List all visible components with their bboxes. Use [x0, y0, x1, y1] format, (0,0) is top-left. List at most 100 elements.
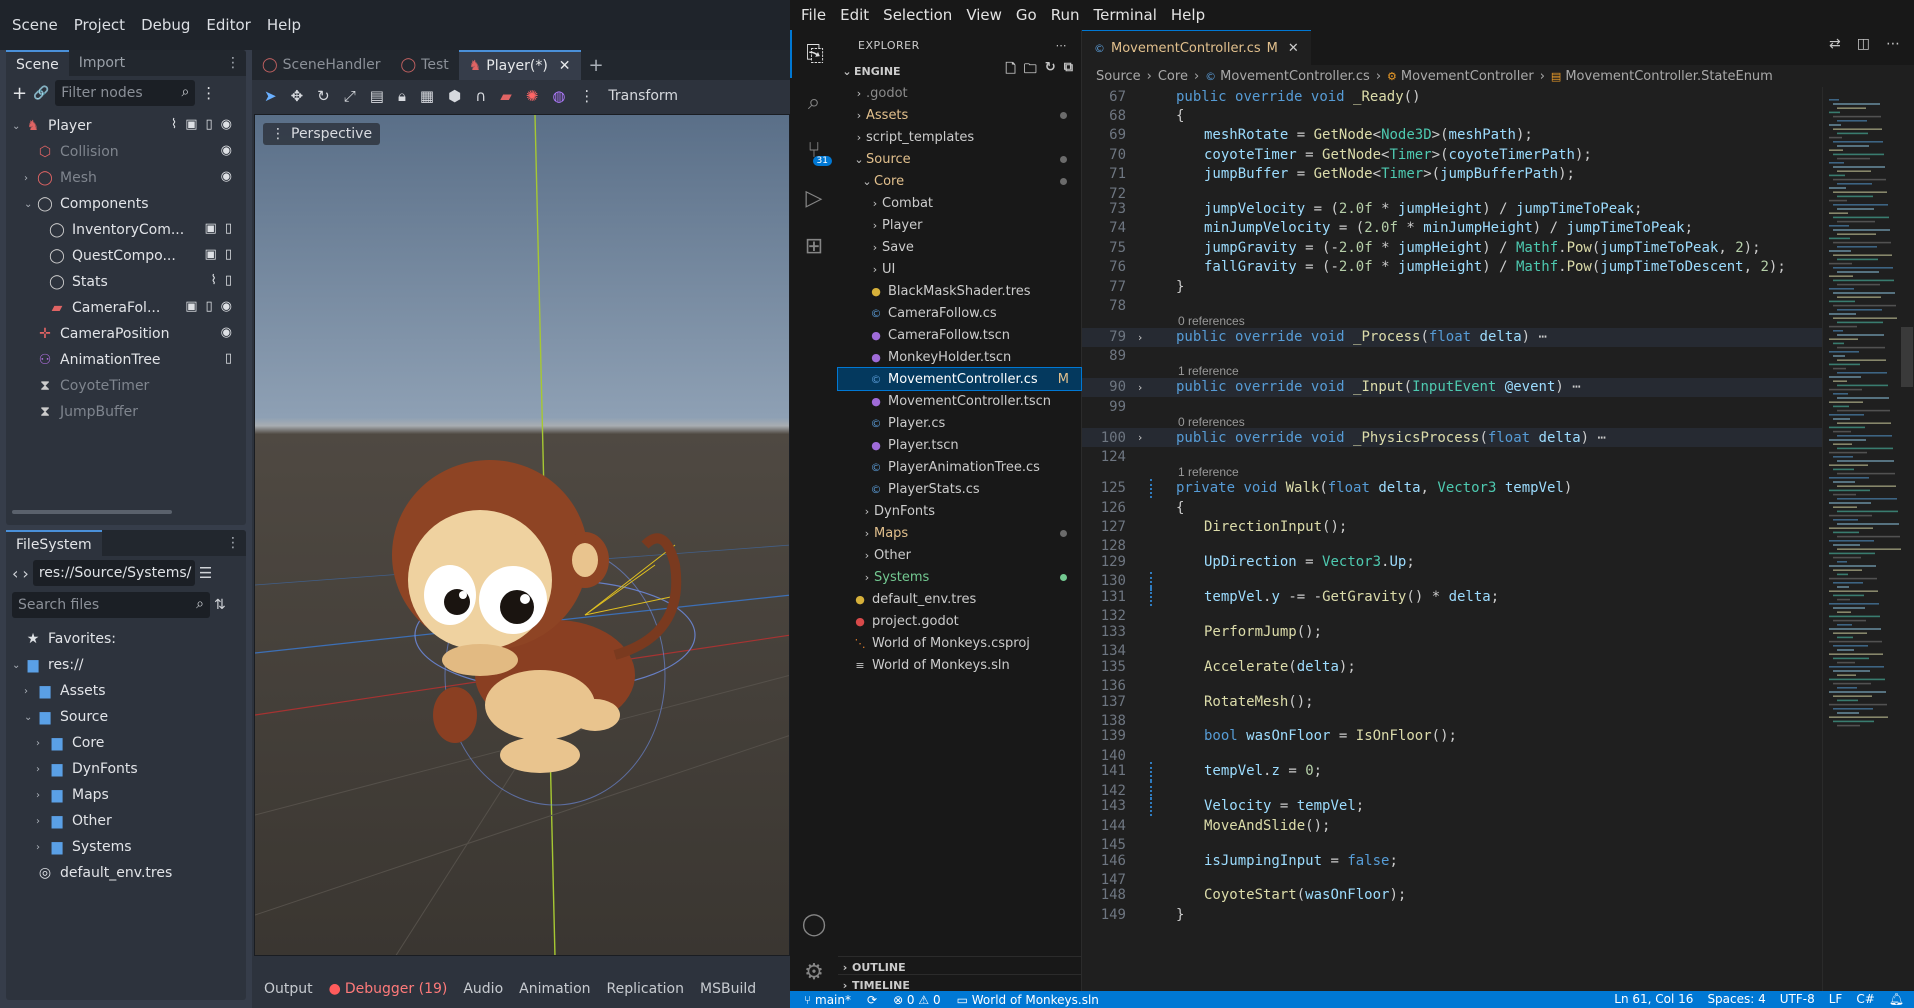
- menu-view[interactable]: View: [959, 6, 1009, 24]
- filesystem-row[interactable]: › ▆ Maps: [6, 782, 246, 808]
- code-line[interactable]: 131 tempVel.y -= -GetGravity() * delta;: [1082, 587, 1822, 607]
- chevron-down-icon[interactable]: ⌄: [12, 660, 24, 671]
- scene-node-row[interactable]: › ◯ Mesh ◉: [6, 165, 246, 191]
- sun-icon[interactable]: ✺: [526, 87, 539, 105]
- scene-tab[interactable]: ♞ Player(*) ✕: [458, 50, 581, 80]
- scene-node-row[interactable]: ◯ InventoryCom... ▣ ▯: [6, 217, 246, 243]
- code-line[interactable]: 133 PerformJump();: [1082, 622, 1822, 641]
- scene-node-row[interactable]: ⌄ ◯ Components: [6, 191, 246, 217]
- eye-icon[interactable]: ◉: [221, 299, 232, 314]
- explorer-file[interactable]: ● CameraFollow.tscn: [838, 324, 1081, 346]
- scene-node-row[interactable]: ⧗ JumpBuffer: [6, 399, 246, 425]
- eye-icon[interactable]: ◉: [221, 325, 232, 340]
- select-tool-icon[interactable]: ➤: [264, 87, 277, 105]
- code-line[interactable]: 129 UpDirection = Vector3.Up;: [1082, 552, 1822, 571]
- list-select-icon[interactable]: ▤: [370, 87, 384, 105]
- eye-icon[interactable]: ◉: [221, 169, 232, 184]
- add-node-icon[interactable]: +: [12, 83, 27, 104]
- script-icon[interactable]: ▯: [225, 221, 232, 236]
- scene-node-row[interactable]: ◯ Stats ⌇ ▯: [6, 269, 246, 295]
- source-control-icon[interactable]: ⑂ 31: [790, 126, 838, 174]
- explorer-file[interactable]: ● MovementController.tscn: [838, 390, 1081, 412]
- code-line[interactable]: 70 coyoteTimer = GetNode<Timer>(coyoteTim…: [1082, 145, 1822, 164]
- encoding[interactable]: UTF-8: [1780, 992, 1815, 1006]
- filesystem-row[interactable]: › ▆ Other: [6, 808, 246, 834]
- code-line[interactable]: 144 MoveAndSlide();: [1082, 816, 1822, 835]
- scene-node-row[interactable]: ⚇ AnimationTree ▯: [6, 347, 246, 373]
- menu-selection[interactable]: Selection: [876, 6, 959, 24]
- editor-tab-movementcontroller[interactable]: © MovementController.cs M ✕: [1082, 30, 1311, 65]
- explorer-file[interactable]: © CameraFollow.cs: [838, 302, 1081, 324]
- code-line[interactable]: 135 Accelerate(delta);: [1082, 657, 1822, 676]
- code-line[interactable]: 148 CoyoteStart(wasOnFloor);: [1082, 886, 1822, 905]
- account-icon[interactable]: ◯: [790, 900, 838, 948]
- explorer-folder[interactable]: ⌄ Core: [838, 170, 1081, 192]
- link-icon[interactable]: 🔗: [33, 86, 49, 101]
- code-line[interactable]: 68 {: [1082, 106, 1822, 125]
- code-line[interactable]: 126 {: [1082, 498, 1822, 517]
- snap-icon[interactable]: ∩: [475, 87, 486, 105]
- code-line[interactable]: 99: [1082, 397, 1822, 416]
- codelens-references[interactable]: 0 references: [1178, 415, 1245, 429]
- signal-icon[interactable]: ⌇: [171, 117, 177, 132]
- lock-icon[interactable]: 🔒︎: [398, 87, 406, 105]
- project-indicator[interactable]: ▭ World of Monkeys.sln: [957, 993, 1099, 1007]
- menu-edit[interactable]: Edit: [833, 6, 876, 24]
- code-area[interactable]: 67 public override void _Ready() 68 {69 mesh…: [1082, 87, 1822, 996]
- explorer-folder[interactable]: › UI: [838, 258, 1081, 280]
- explorer-folder[interactable]: › DynFonts: [838, 500, 1081, 522]
- code-line[interactable]: 90 › public override void _Input(InputEven…: [1082, 377, 1822, 397]
- back-icon[interactable]: ‹: [12, 564, 18, 583]
- compare-icon[interactable]: ⇄: [1829, 36, 1841, 52]
- explorer-file[interactable]: © MovementController.cs M: [837, 367, 1082, 391]
- explorer-folder[interactable]: › .godot: [838, 82, 1081, 104]
- chevron-down-icon[interactable]: ⌄: [24, 199, 36, 210]
- explorer-folder[interactable]: › Maps: [838, 522, 1081, 544]
- scene-tab[interactable]: ◯ Test: [390, 50, 458, 80]
- rotate-tool-icon[interactable]: ↻: [317, 87, 330, 105]
- code-line[interactable]: 89: [1082, 347, 1822, 366]
- scene-tree-scrollbar[interactable]: [12, 510, 172, 514]
- clapper-icon[interactable]: ▣: [205, 247, 217, 262]
- code-line[interactable]: 75 jumpGravity = (-2.0f * jumpHeight) / M…: [1082, 238, 1822, 257]
- tab-scene[interactable]: Scene: [6, 50, 69, 76]
- scene-node-row[interactable]: ◯ QuestCompo... ▣ ▯: [6, 243, 246, 269]
- breadcrumb-item[interactable]: ⚙ MovementController: [1387, 69, 1534, 84]
- code-line[interactable]: 71 jumpBuffer = GetNode<Timer>(jumpBuffer…: [1082, 165, 1822, 184]
- workspace-section[interactable]: ⌄ ENGINE 🗋 🗀 ↻ ⧉: [838, 60, 1081, 82]
- bottom-tab[interactable]: Replication: [607, 981, 684, 997]
- chevron-right-icon[interactable]: ›: [36, 764, 48, 775]
- bottom-tab[interactable]: MSBuild: [700, 981, 756, 997]
- chevron-down-icon[interactable]: ⌄: [12, 121, 24, 132]
- signal-icon[interactable]: ⌇: [210, 273, 216, 288]
- explorer-icon[interactable]: ⎘: [790, 30, 838, 78]
- fold-chevron-icon[interactable]: ›: [1130, 381, 1150, 394]
- chevron-right-icon[interactable]: ›: [36, 816, 48, 827]
- menu-file[interactable]: File: [794, 6, 833, 24]
- codelens-references[interactable]: 1 reference: [1178, 364, 1239, 378]
- code-line[interactable]: 77}: [1082, 277, 1822, 296]
- problems-indicator[interactable]: ⊗ 0 ⚠ 0: [893, 993, 941, 1007]
- bottom-tab[interactable]: Audio: [463, 981, 503, 997]
- line-endings[interactable]: LF: [1829, 992, 1843, 1006]
- fold-chevron-icon[interactable]: ›: [1130, 331, 1150, 344]
- collapse-all-icon[interactable]: ⧉: [1064, 60, 1073, 82]
- code-line[interactable]: 146 isJumpingInput = false;: [1082, 851, 1822, 870]
- code-line[interactable]: 141 tempVel.z = 0;: [1082, 761, 1822, 781]
- fold-chevron-icon[interactable]: ›: [1130, 431, 1150, 444]
- close-icon[interactable]: ✕: [559, 58, 571, 74]
- chevron-right-icon[interactable]: ›: [36, 842, 48, 853]
- scene-tab[interactable]: ◯ SceneHandler: [252, 50, 390, 80]
- tab-import[interactable]: Import: [69, 50, 135, 76]
- menu-help[interactable]: Help: [259, 16, 309, 34]
- clapper-icon[interactable]: ▣: [205, 221, 217, 236]
- filesystem-row[interactable]: ◎ default_env.tres: [6, 860, 246, 886]
- gear-icon[interactable]: ⚙: [790, 948, 838, 996]
- scene-node-row[interactable]: ⬡ Collision ◉: [6, 139, 246, 165]
- split-editor-icon[interactable]: ◫: [1857, 36, 1870, 52]
- bottom-tab[interactable]: ● Debugger (19): [329, 981, 448, 997]
- chevron-down-icon[interactable]: ⌄: [24, 712, 36, 723]
- dock-menu-icon[interactable]: ⋮: [220, 530, 246, 556]
- scene-node-row[interactable]: ✛ CameraPosition ◉: [6, 321, 246, 347]
- filesystem-row[interactable]: › ▆ Systems: [6, 834, 246, 860]
